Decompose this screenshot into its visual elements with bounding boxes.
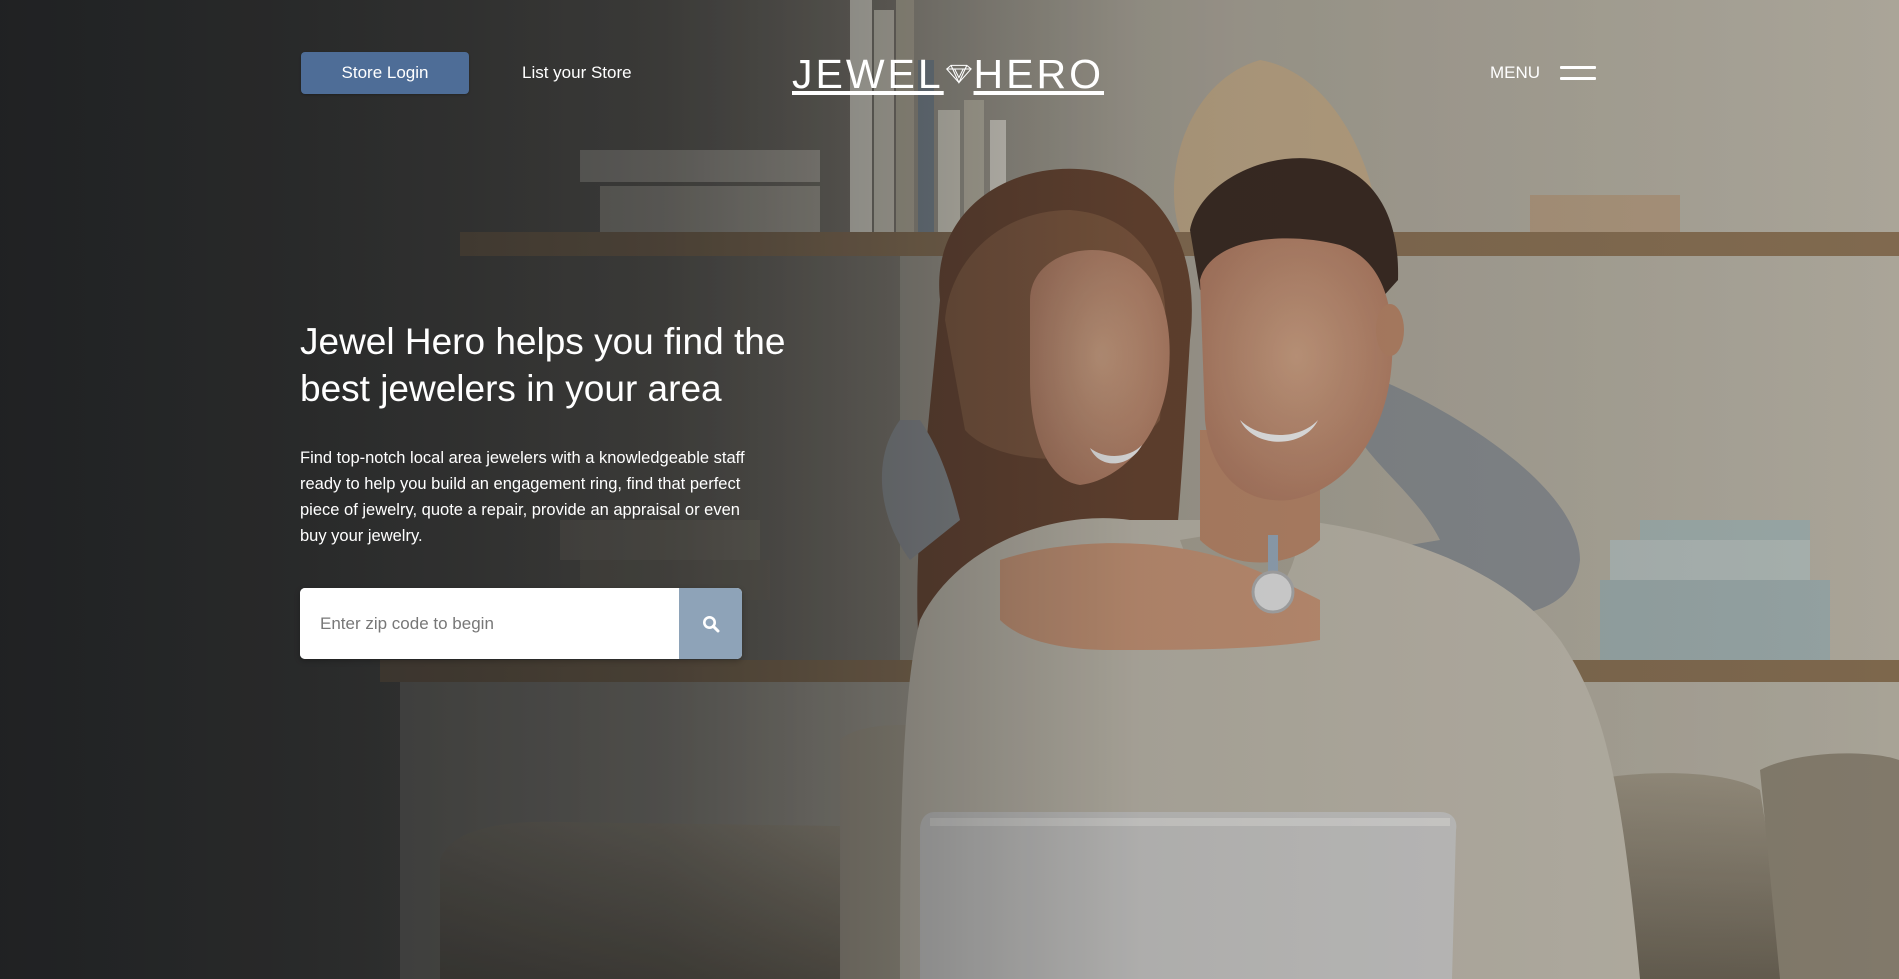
search-icon [702, 615, 719, 632]
hamburger-icon [1560, 64, 1597, 82]
hero-description: Find top-notch local area jewelers with … [300, 449, 745, 545]
menu-toggle[interactable]: MENU [1490, 52, 1597, 94]
logo-word-left: JEWEL [792, 51, 944, 97]
menu-label: MENU [1490, 63, 1541, 82]
store-login-button[interactable]: Store Login [301, 52, 469, 94]
list-your-store-link[interactable]: List your Store [522, 52, 632, 94]
hero-background-photo [0, 0, 1899, 979]
search-button[interactable] [679, 588, 742, 659]
diamond-icon [945, 64, 972, 84]
zip-code-input[interactable] [300, 588, 679, 659]
zip-search-form [300, 588, 742, 659]
jewel-hero-logo[interactable]: JEWEL HERO [792, 46, 1104, 102]
hero-section: Store Login List your Store JEWEL HERO M… [0, 0, 1899, 979]
hero-headline: Jewel Hero helps you find the best jewel… [300, 321, 786, 409]
logo-word-right: HERO [973, 51, 1104, 97]
